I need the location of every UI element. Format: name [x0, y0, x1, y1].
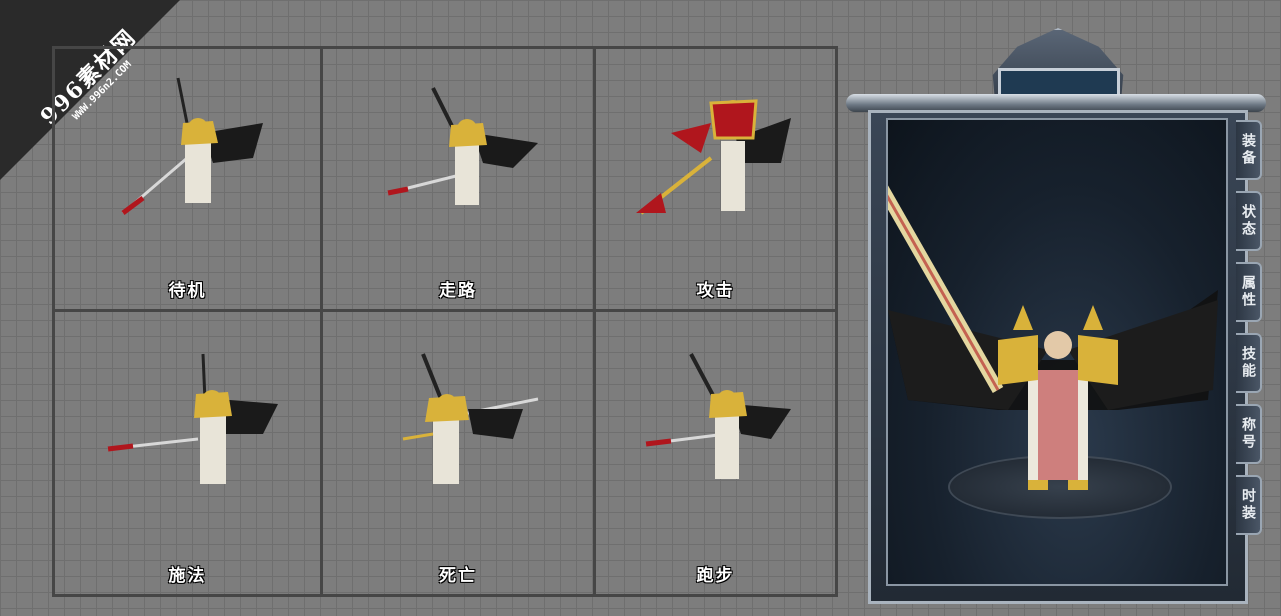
frame-attack[interactable]: 攻击 — [596, 49, 835, 312]
tab-label: 属性 — [1240, 275, 1256, 309]
frame-cast[interactable]: 施法 — [55, 312, 323, 594]
frame-label: 走路 — [439, 281, 477, 301]
frame-idle[interactable]: 待机 — [55, 49, 323, 312]
animation-frames-grid: 待机 走路 攻击 施法 死亡 跑步 — [52, 46, 838, 597]
warrior-walk-icon — [387, 86, 538, 205]
character-panel: 装备 状态 属性 技能 称号 时装 — [846, 28, 1266, 606]
frame-label: 施法 — [168, 566, 207, 586]
tab-label: 技能 — [1240, 346, 1256, 380]
warrior-idle-icon — [121, 77, 263, 215]
frame-death[interactable]: 死亡 — [323, 312, 596, 594]
warrior-attack-icon — [635, 99, 791, 215]
panel-tabs: 装备 状态 属性 技能 称号 时装 — [1236, 120, 1264, 546]
frame-label: 待机 — [168, 281, 207, 301]
character-preview — [886, 118, 1228, 586]
tab-attributes[interactable]: 属性 — [1236, 262, 1262, 322]
warrior-run-icon — [645, 353, 791, 480]
frame-walk[interactable]: 走路 — [323, 49, 596, 312]
tab-equipment[interactable]: 装备 — [1236, 120, 1262, 180]
tab-skills[interactable]: 技能 — [1236, 333, 1262, 393]
frame-label: 跑步 — [696, 566, 735, 586]
warrior-cast-icon — [107, 354, 278, 485]
warrior-preview-icon — [888, 185, 1218, 490]
frame-run[interactable]: 跑步 — [596, 312, 835, 594]
warrior-death-icon — [402, 353, 539, 485]
tab-label: 状态 — [1240, 204, 1256, 238]
tab-title[interactable]: 称号 — [1236, 404, 1262, 464]
frame-label: 攻击 — [696, 281, 735, 301]
tab-status[interactable]: 状态 — [1236, 191, 1262, 251]
tab-fashion[interactable]: 时装 — [1236, 475, 1262, 535]
tab-label: 装备 — [1240, 133, 1256, 167]
tab-label: 时装 — [1240, 488, 1256, 522]
tab-label: 称号 — [1240, 417, 1256, 451]
frame-label: 死亡 — [439, 566, 477, 586]
